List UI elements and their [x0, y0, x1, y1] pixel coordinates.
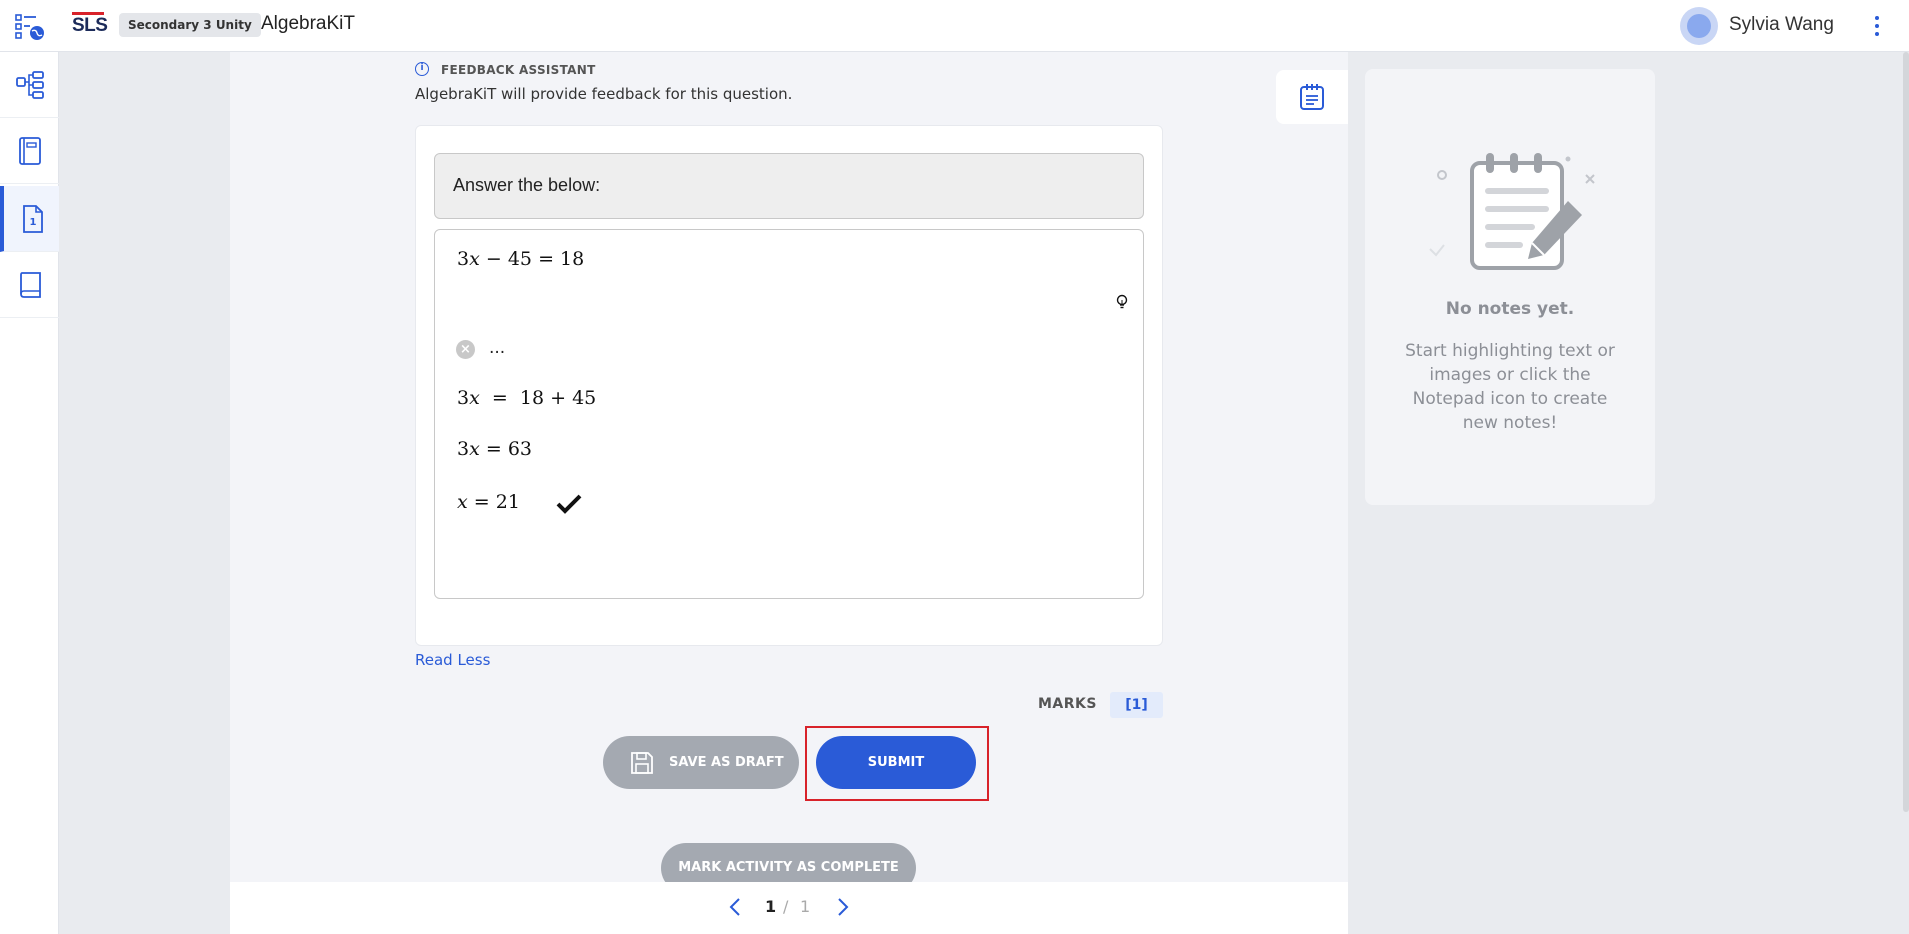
question-equation: 3x − 45 = 18 — [457, 248, 585, 270]
page-title: AlgebraKiT — [261, 13, 355, 34]
notes-empty-description: Start highlighting text or images or cli… — [1405, 341, 1615, 433]
empty-notes-illustration-icon — [1429, 153, 1595, 270]
left-rail: 1 — [0, 52, 59, 934]
avatar-face-icon — [1687, 14, 1711, 38]
class-badge: Secondary 3 Unity — [119, 13, 261, 37]
sls-logo[interactable]: SLS — [72, 12, 108, 37]
question-prompt-box: Answer the below: — [434, 153, 1144, 219]
save-icon — [631, 751, 653, 774]
save-as-draft-label: SAVE AS DRAFT — [669, 755, 784, 770]
rail-item-lesson-map[interactable] — [0, 52, 59, 118]
notepad-button[interactable] — [1276, 70, 1348, 124]
notes-empty-title: No notes yet. — [1445, 299, 1575, 319]
user-name[interactable]: Sylvia Wang — [1729, 14, 1834, 36]
page-scrollbar[interactable] — [1903, 52, 1909, 812]
feedback-assistant-title: FEEDBACK ASSISTANT — [441, 63, 596, 77]
svg-text:1: 1 — [29, 217, 36, 228]
tasks-globe-icon[interactable] — [14, 12, 46, 42]
total-pages: 1 — [800, 897, 811, 916]
notebook-icon — [18, 136, 41, 165]
question-card: Answer the below: 3x − 45 = 18 × ... 3x … — [415, 125, 1163, 646]
marks-value: [1] — [1110, 692, 1163, 718]
working-area[interactable]: 3x − 45 = 18 × ... 3x = 18 + 45 3x = 63 … — [434, 229, 1144, 599]
avatar[interactable] — [1680, 7, 1718, 45]
book-icon — [19, 271, 41, 298]
checkmark-icon — [556, 494, 582, 514]
hint-bulb-icon[interactable] — [1116, 294, 1128, 310]
lesson-map-icon — [15, 70, 44, 99]
current-page: 1 — [765, 897, 777, 916]
question-prompt: Answer the below: — [453, 175, 601, 195]
error-x-icon: × — [456, 340, 475, 359]
feedback-assistant-description: AlgebraKiT will provide feedback for thi… — [415, 85, 793, 103]
rail-item-page-1[interactable]: 1 — [0, 186, 59, 252]
info-icon: i — [415, 62, 429, 76]
rail-item-notebook[interactable] — [0, 118, 59, 184]
read-less-link[interactable]: Read Less — [415, 651, 490, 669]
marks-label: MARKS — [1038, 696, 1097, 712]
rail-item-book[interactable] — [0, 252, 59, 318]
notepad-icon — [1300, 84, 1324, 110]
page-separator: / — [783, 897, 789, 916]
pagination: 1 / 1 — [230, 882, 1348, 934]
step-2: 3x = 63 — [457, 438, 533, 460]
top-bar: SLS Secondary 3 Unity AlgebraKiT Sylvia … — [0, 0, 1909, 52]
save-as-draft-button[interactable]: SAVE AS DRAFT — [603, 736, 799, 789]
step-1: 3x = 18 + 45 — [457, 387, 597, 409]
more-menu-icon[interactable] — [1870, 12, 1884, 40]
main-content: i FEEDBACK ASSISTANT AlgebraKiT will pro… — [230, 52, 1348, 893]
step-3: x = 21 — [457, 491, 520, 513]
notes-panel: No notes yet. Start highlighting text or… — [1365, 69, 1655, 505]
page-1-icon: 1 — [22, 204, 43, 233]
error-text: ... — [489, 338, 506, 358]
chevron-left-icon[interactable] — [726, 896, 746, 918]
submit-button[interactable]: SUBMIT — [816, 736, 976, 789]
chevron-right-icon[interactable] — [832, 896, 852, 918]
